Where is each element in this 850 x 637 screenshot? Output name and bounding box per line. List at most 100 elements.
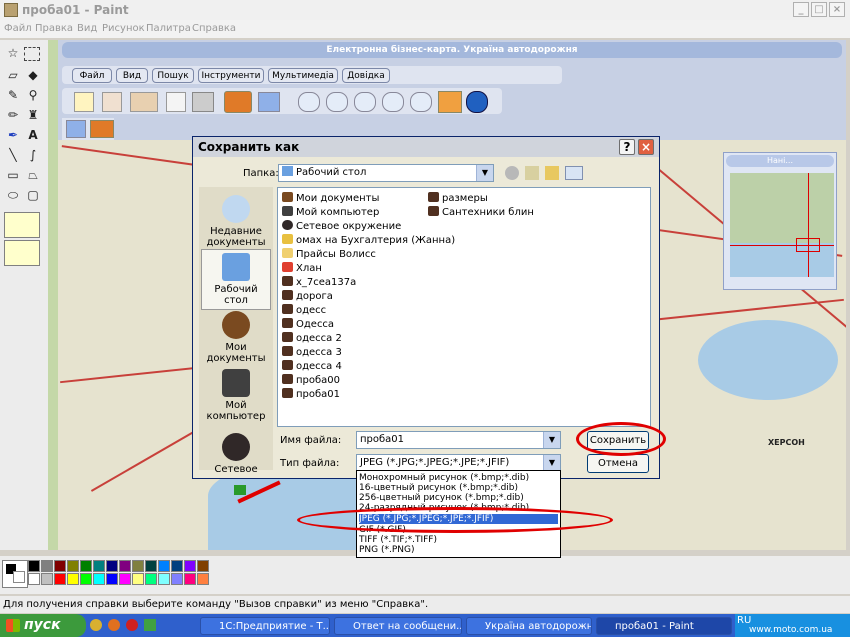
- list-item[interactable]: Прайсы Волисс: [282, 248, 376, 260]
- filetype-option[interactable]: 256-цветный рисунок (*.bmp;*.dib): [359, 493, 558, 503]
- eye-tool-icon[interactable]: [224, 91, 252, 113]
- help-button[interactable]: ?: [619, 139, 635, 155]
- palette-swatch[interactable]: [41, 560, 53, 572]
- zoom-max-icon[interactable]: [410, 92, 432, 112]
- opera-icon[interactable]: [126, 619, 138, 631]
- filetype-option[interactable]: 16-цветный рисунок (*.bmp;*.dib): [359, 483, 558, 493]
- palette-swatch[interactable]: [54, 573, 66, 585]
- pencil-icon[interactable]: ✏: [4, 106, 22, 124]
- palette-swatch[interactable]: [197, 573, 209, 585]
- zoom-min-icon[interactable]: [382, 92, 404, 112]
- place-my-documents[interactable]: Мои документы: [201, 311, 271, 364]
- palette-swatch[interactable]: [158, 573, 170, 585]
- zoom-out-icon[interactable]: [298, 92, 320, 112]
- filetype-option[interactable]: PNG (*.PNG): [359, 545, 558, 555]
- place-desktop[interactable]: Рабочий стол: [201, 249, 271, 310]
- chevron-down-icon[interactable]: ▼: [543, 455, 560, 471]
- airbrush-icon[interactable]: ✒: [4, 126, 22, 144]
- list-item[interactable]: одесса 2: [282, 332, 342, 344]
- list-item[interactable]: Мой компьютер: [282, 206, 379, 218]
- task-1c[interactable]: 1С:Предприятие - Т...: [200, 617, 330, 635]
- free-select-icon[interactable]: ☆: [4, 44, 22, 62]
- overview-map[interactable]: [730, 173, 834, 277]
- firefox-icon[interactable]: [108, 619, 120, 631]
- list-tool-icon[interactable]: [166, 92, 186, 112]
- palette-swatch[interactable]: [80, 573, 92, 585]
- palette-swatch[interactable]: [145, 573, 157, 585]
- palette-swatch[interactable]: [119, 573, 131, 585]
- palette-swatch[interactable]: [106, 573, 118, 585]
- maximize-button[interactable]: □: [811, 2, 827, 17]
- start-button[interactable]: пуск: [0, 614, 86, 637]
- palette-swatch[interactable]: [28, 560, 40, 572]
- task-browser[interactable]: Ответ на сообщени...: [334, 617, 462, 635]
- text-icon[interactable]: A: [24, 126, 42, 144]
- tree-tool-icon[interactable]: [74, 92, 94, 112]
- filetype-option[interactable]: Монохромный рисунок (*.bmp;*.dib): [359, 473, 558, 483]
- list-item[interactable]: омах на Бухгалтерия (Жанна): [282, 234, 455, 246]
- menu-image[interactable]: Рисунок: [102, 23, 145, 34]
- menu-colors[interactable]: Палитра: [146, 23, 191, 34]
- place-my-computer[interactable]: Мой компьютер: [201, 369, 271, 422]
- map-menu-view[interactable]: Вид: [116, 68, 148, 83]
- palette-swatch[interactable]: [93, 573, 105, 585]
- menu-help[interactable]: Справка: [192, 23, 236, 34]
- back-icon[interactable]: [505, 166, 519, 180]
- filename-input[interactable]: проба01 ▼: [356, 431, 561, 449]
- menu-edit[interactable]: Правка: [35, 23, 73, 34]
- place-recent[interactable]: Недавние документы: [201, 195, 271, 248]
- list-item[interactable]: проба01: [282, 388, 340, 400]
- list-item[interactable]: одесса 3: [282, 346, 342, 358]
- minimize-button[interactable]: _: [793, 2, 809, 17]
- rect-select-icon[interactable]: [24, 47, 40, 61]
- fill-icon[interactable]: ◆: [24, 66, 42, 84]
- list-item[interactable]: Сетевое окружение: [282, 220, 401, 232]
- print-tool-icon[interactable]: [192, 92, 214, 112]
- app-quicklaunch-icon[interactable]: [144, 619, 156, 631]
- tool-option-transparent[interactable]: [4, 240, 40, 266]
- chevron-down-icon[interactable]: ▼: [476, 165, 493, 181]
- palette-swatch[interactable]: [132, 573, 144, 585]
- zoom-rect-icon[interactable]: [354, 92, 376, 112]
- eraser-tool-icon[interactable]: [258, 92, 280, 112]
- task-map-app[interactable]: Україна автодорожня: [466, 617, 592, 635]
- list-item[interactable]: размеры: [428, 192, 488, 204]
- new-folder-icon[interactable]: [545, 166, 559, 180]
- palette-swatch[interactable]: [41, 573, 53, 585]
- palette-swatch[interactable]: [145, 560, 157, 572]
- palette-swatch[interactable]: [171, 560, 183, 572]
- north-compass-icon[interactable]: [466, 91, 488, 113]
- palette-swatch[interactable]: [67, 573, 79, 585]
- menu-file[interactable]: Файл: [4, 23, 32, 34]
- line-icon[interactable]: ╲: [4, 146, 22, 164]
- brush-icon[interactable]: ♜: [24, 106, 42, 124]
- ellipse-icon[interactable]: ⬭: [4, 186, 22, 204]
- palette-swatch[interactable]: [119, 560, 131, 572]
- list-item[interactable]: проба00: [282, 374, 340, 386]
- close-button[interactable]: ×: [829, 2, 845, 17]
- car-tool-icon[interactable]: [130, 92, 158, 112]
- palette-swatch[interactable]: [54, 560, 66, 572]
- list-item[interactable]: x_7cea137a: [282, 276, 356, 288]
- palette-swatch[interactable]: [171, 573, 183, 585]
- palette-swatch[interactable]: [158, 560, 170, 572]
- color-picker-icon[interactable]: ✎: [4, 86, 22, 104]
- palette-swatch[interactable]: [67, 560, 79, 572]
- magnifier-icon[interactable]: ⚲: [24, 86, 42, 104]
- palette-swatch[interactable]: [80, 560, 92, 572]
- tool-option-opaque[interactable]: [4, 212, 40, 238]
- palette-swatch[interactable]: [93, 560, 105, 572]
- secondary-eye-icon[interactable]: [90, 120, 114, 138]
- palette-swatch[interactable]: [184, 573, 196, 585]
- map-menu-help[interactable]: Довідка: [342, 68, 390, 83]
- up-folder-icon[interactable]: [525, 166, 539, 180]
- file-list[interactable]: Мои документы Мой компьютер Сетевое окру…: [277, 187, 651, 427]
- cancel-button[interactable]: Отмена: [587, 454, 649, 473]
- filetype-option[interactable]: TIFF (*.TIF;*.TIFF): [359, 535, 558, 545]
- map-menu-search[interactable]: Пошук: [152, 68, 194, 83]
- map-menu-tools[interactable]: Інструменти: [198, 68, 264, 83]
- list-item[interactable]: одесс: [282, 304, 326, 316]
- palette-swatch[interactable]: [197, 560, 209, 572]
- curve-icon[interactable]: ∫: [24, 146, 42, 164]
- palette-swatch[interactable]: [28, 573, 40, 585]
